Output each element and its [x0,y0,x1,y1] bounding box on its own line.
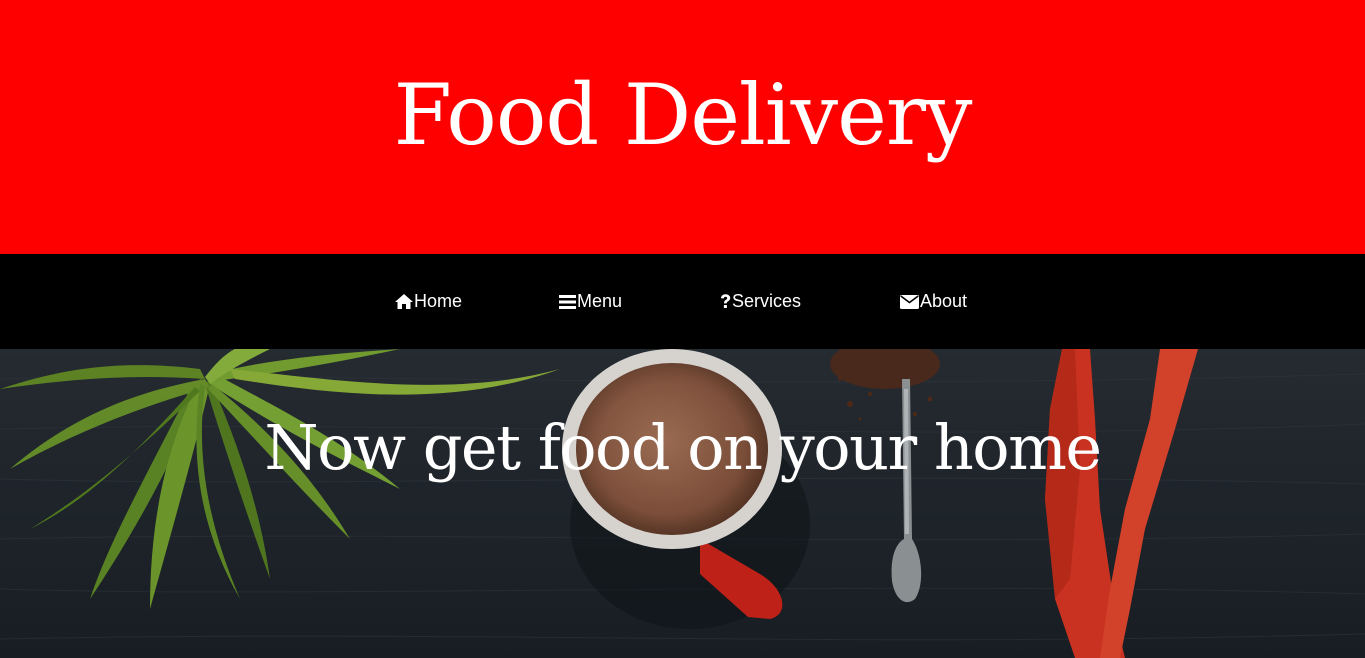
nav-label-services: Services [732,291,802,311]
nav-label-menu: Menu [577,291,623,311]
main-nav: Home Menu Services About [0,254,1365,349]
nav-item-menu[interactable]: Menu [559,254,622,349]
nav-item-home[interactable]: Home [395,254,462,349]
hero-heading: Now get food on your home [264,411,1102,484]
bars-icon [559,294,576,309]
nav-item-about[interactable]: About [900,254,967,349]
nav-label-about: About [920,291,968,311]
nav-label-home: Home [414,291,463,311]
envelope-icon [900,294,919,309]
site-header: Food Delivery [0,0,1365,254]
hero-background-image [0,349,1365,658]
hero-banner: Now get food on your home [0,349,1365,658]
site-title: Food Delivery [393,66,973,164]
question-icon [720,294,731,309]
nav-item-services[interactable]: Services [720,254,801,349]
home-icon [395,294,413,309]
